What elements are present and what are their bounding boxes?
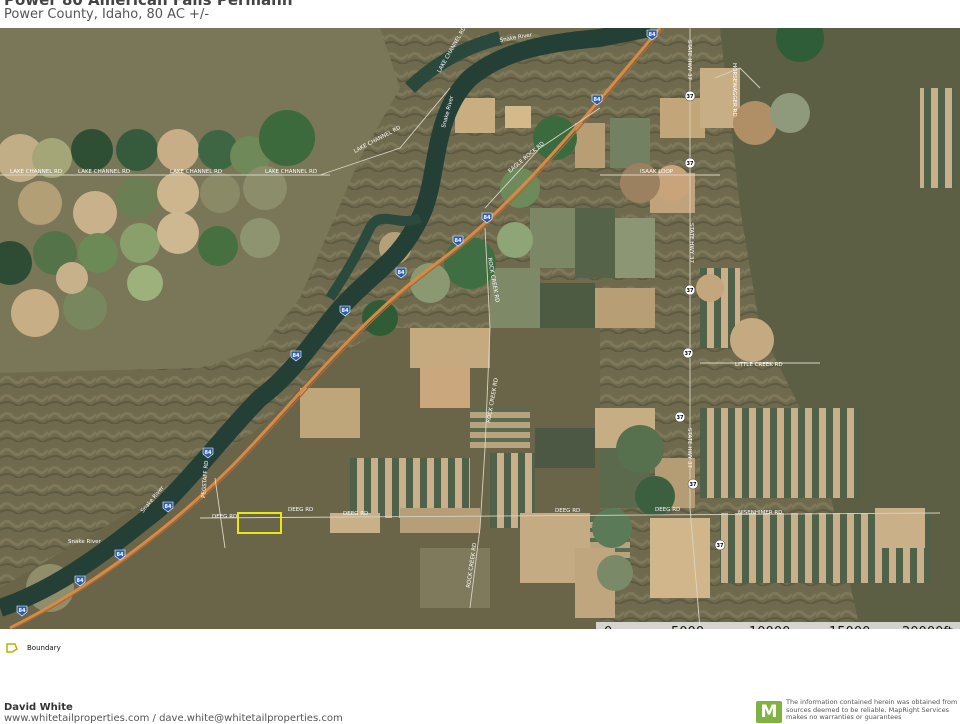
state-route-shield: 37 [684,284,696,296]
svg-text:37: 37 [687,288,694,294]
svg-text:37: 37 [677,415,684,421]
state-route-shield: 37 [687,478,699,490]
map-canvas: LAKE CHANNEL RD LAKE CHANNEL RD LAKE CHA… [0,28,960,629]
road-label: STATE HWY 37 [688,223,694,264]
map-subtitle: Power County, Idaho, 80 AC +/- [4,7,210,22]
svg-text:84: 84 [293,353,300,359]
svg-text:84: 84 [484,215,491,221]
svg-text:84: 84 [77,578,84,584]
road-label: STATE HWY 37 [686,40,692,81]
road-label: LAKE CHANNEL RD [10,169,62,175]
scale-ruler [596,622,960,629]
legend-label-boundary: Boundary [27,644,61,652]
road-label: LITTLE CREEK RD [735,362,783,368]
svg-text:84: 84 [342,308,349,314]
state-route-shield: 37 [714,539,726,551]
boundary-swatch-icon [6,643,18,653]
svg-text:84: 84 [205,450,212,456]
svg-text:37: 37 [687,94,694,100]
svg-text:84: 84 [649,32,656,38]
road-label: LAKE CHANNEL RD [170,169,222,175]
state-route-shield: 37 [674,411,686,423]
road-label: DEEG RD [288,507,313,513]
road-label: DEEG RD [343,511,368,517]
state-route-shield: 37 [684,157,696,169]
road-label: NISENHIMER RD [738,510,782,516]
state-route-shield: 37 [682,347,694,359]
svg-text:84: 84 [165,504,172,510]
svg-text:37: 37 [685,351,692,357]
road-label: DEEG RD [555,508,580,514]
road-label: STATE HWY 37 [686,428,692,469]
road-label: LAKE CHANNEL RD [78,169,130,175]
satellite-map[interactable]: LAKE CHANNEL RD LAKE CHANNEL RD LAKE CHA… [0,28,960,629]
road-label: DEEG RD [655,507,680,513]
agent-contact: www.whitetailproperties.com / dave.white… [4,713,343,724]
road-label: LAKE CHANNEL RD [265,169,317,175]
svg-text:84: 84 [594,97,601,103]
road-label: DEEG RD [212,514,237,520]
svg-text:37: 37 [687,161,694,167]
svg-text:84: 84 [117,552,124,558]
svg-text:84: 84 [455,238,462,244]
road-label: HORSEWAGGER RD [731,63,737,117]
map-legend: Boundary [5,642,61,654]
svg-text:37: 37 [690,482,697,488]
road-label: ISAAK LOOP [640,169,674,175]
river-label: Snake River [68,539,101,545]
svg-text:84: 84 [19,608,26,614]
state-route-shield: 37 [684,90,696,102]
svg-text:37: 37 [717,543,724,549]
disclaimer-text: The information contained herein was obt… [786,698,958,722]
scale-bar: 0 5000 10000 15000 20000ft [596,622,960,629]
agent-name: David White [4,702,73,713]
svg-text:84: 84 [398,270,405,276]
